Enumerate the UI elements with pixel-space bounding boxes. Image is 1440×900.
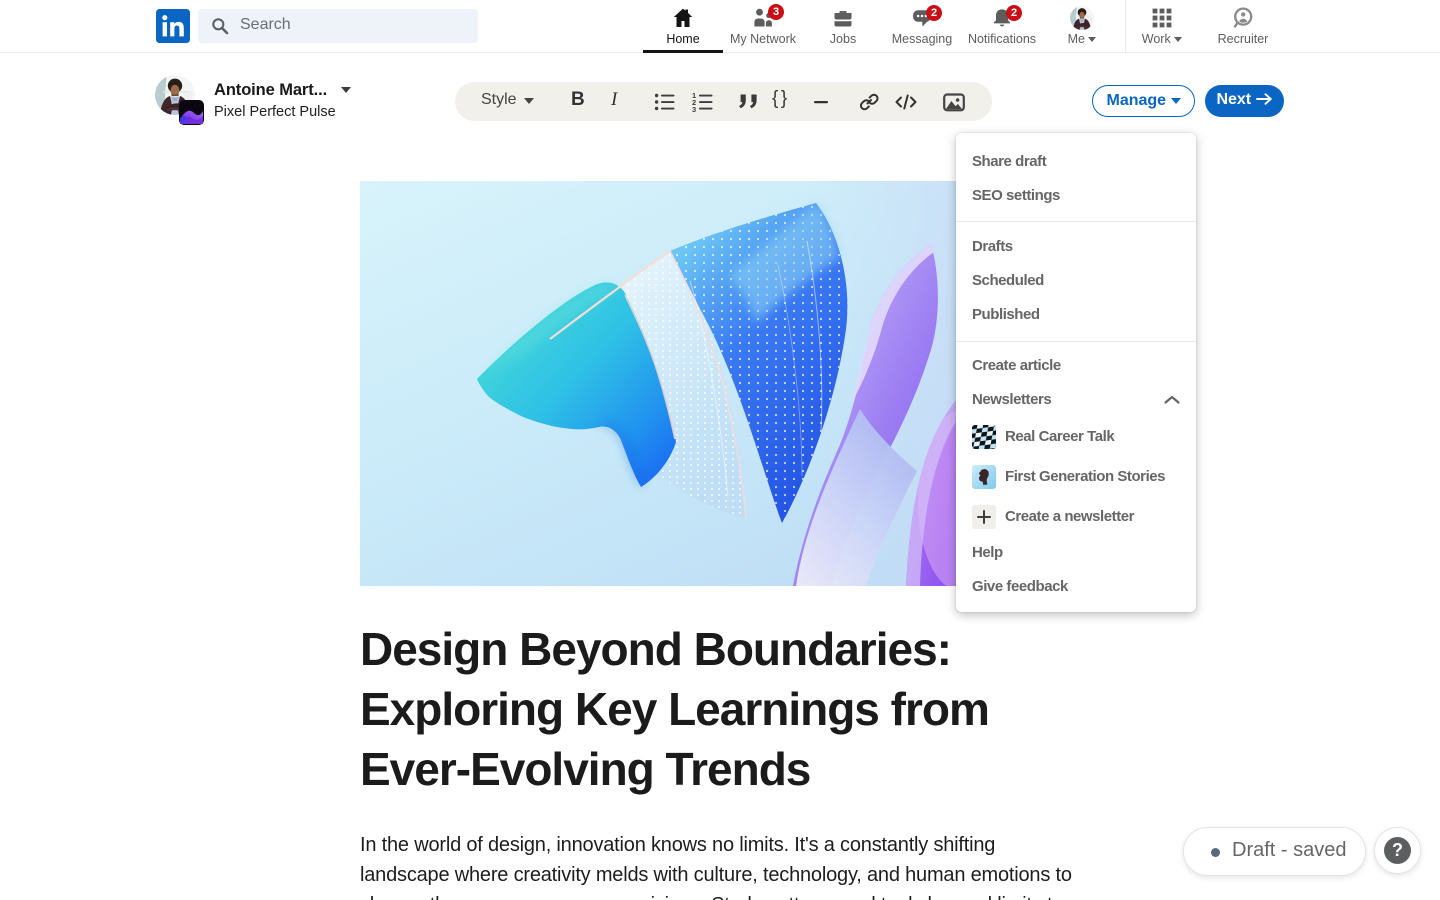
svg-text:3: 3 [692, 105, 696, 114]
